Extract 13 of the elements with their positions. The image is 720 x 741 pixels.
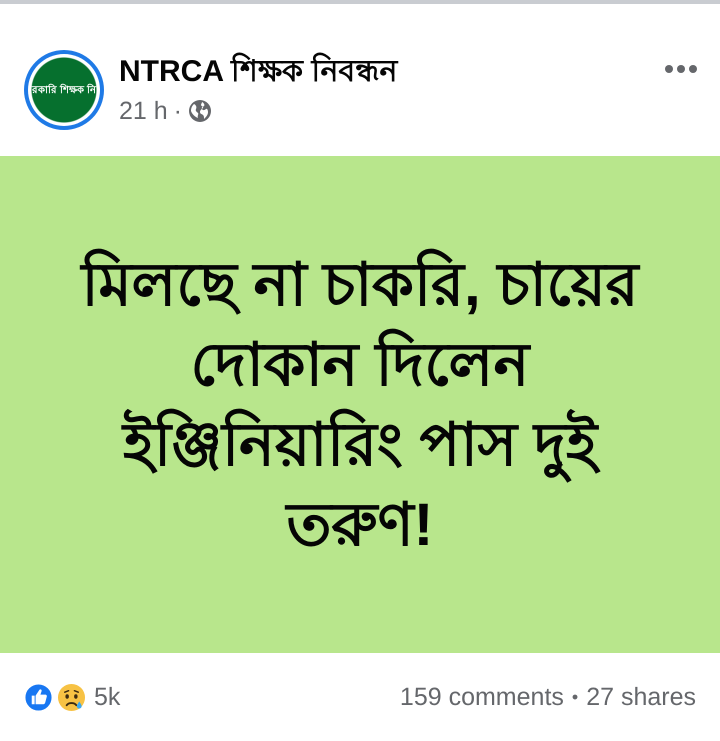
author-name-link[interactable]: NTRCA শিক্ষক নিবন্ধন [119, 52, 398, 92]
post-time[interactable]: 21 h [119, 96, 168, 126]
reaction-count-link[interactable]: 5k [94, 682, 120, 712]
shares-link[interactable]: 27 shares [586, 682, 696, 712]
avatar-logo[interactable]: রকারি শিক্ষক নি [24, 50, 104, 130]
post-text: মিলছে না চাকরি, চায়ের দোকান দিলেন ইঞ্জিনিয়ারিং পাস দুই তরুণ! [78, 248, 642, 560]
more-options-icon[interactable] [664, 64, 698, 74]
like-icon [24, 682, 53, 712]
comments-link[interactable]: 159 comments [400, 682, 564, 712]
separator-dot: · [174, 96, 182, 126]
separator-dot: • [572, 686, 578, 708]
logo-text: রকারি শিক্ষক নি [32, 82, 96, 98]
sad-face-icon [57, 682, 86, 712]
